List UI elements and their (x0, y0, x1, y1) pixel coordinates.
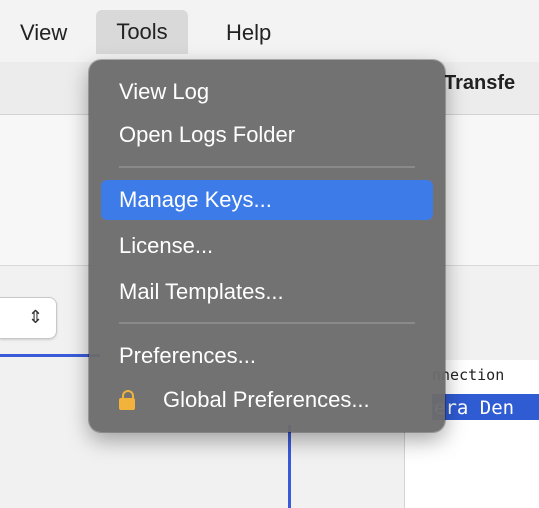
tab-transfer[interactable]: Transfe (444, 72, 515, 95)
menu-item-label: Mail Templates... (119, 279, 284, 304)
menu-item-license[interactable]: License... (101, 226, 433, 266)
menu-item-label: Open Logs Folder (119, 122, 296, 147)
menu-item-manage-keys[interactable]: Manage Keys... (101, 180, 433, 220)
focus-line-vertical (288, 425, 291, 508)
menu-item-label: Manage Keys... (119, 187, 272, 212)
menu-item-preferences[interactable]: Preferences... (101, 336, 433, 376)
menu-view[interactable]: View (8, 14, 79, 52)
menu-item-label: Global Preferences... (163, 387, 370, 412)
menu-tools[interactable]: Tools (96, 10, 188, 54)
focus-line-horizontal (0, 354, 100, 357)
lock-icon (119, 390, 135, 410)
selected-row-label: era Den (434, 397, 515, 419)
menu-item-open-logs-folder[interactable]: Open Logs Folder (101, 115, 433, 155)
menu-item-label: License... (119, 233, 214, 258)
menu-item-global-preferences[interactable]: Global Preferences... (101, 380, 433, 420)
tools-menu: View Log Open Logs Folder Manage Keys...… (89, 60, 445, 432)
menu-item-view-log[interactable]: View Log (101, 72, 433, 112)
menu-item-mail-templates[interactable]: Mail Templates... (101, 272, 433, 312)
menu-help[interactable]: Help (214, 14, 283, 52)
menu-item-label: Preferences... (119, 343, 256, 368)
updown-chevron-icon: ⇕ (28, 307, 44, 327)
menu-bar: View Tools Help (0, 0, 539, 63)
menu-separator (119, 166, 415, 168)
menu-separator (119, 322, 415, 324)
menu-item-label: View Log (119, 79, 210, 104)
popup-stepper[interactable]: ⇕ (0, 297, 57, 339)
